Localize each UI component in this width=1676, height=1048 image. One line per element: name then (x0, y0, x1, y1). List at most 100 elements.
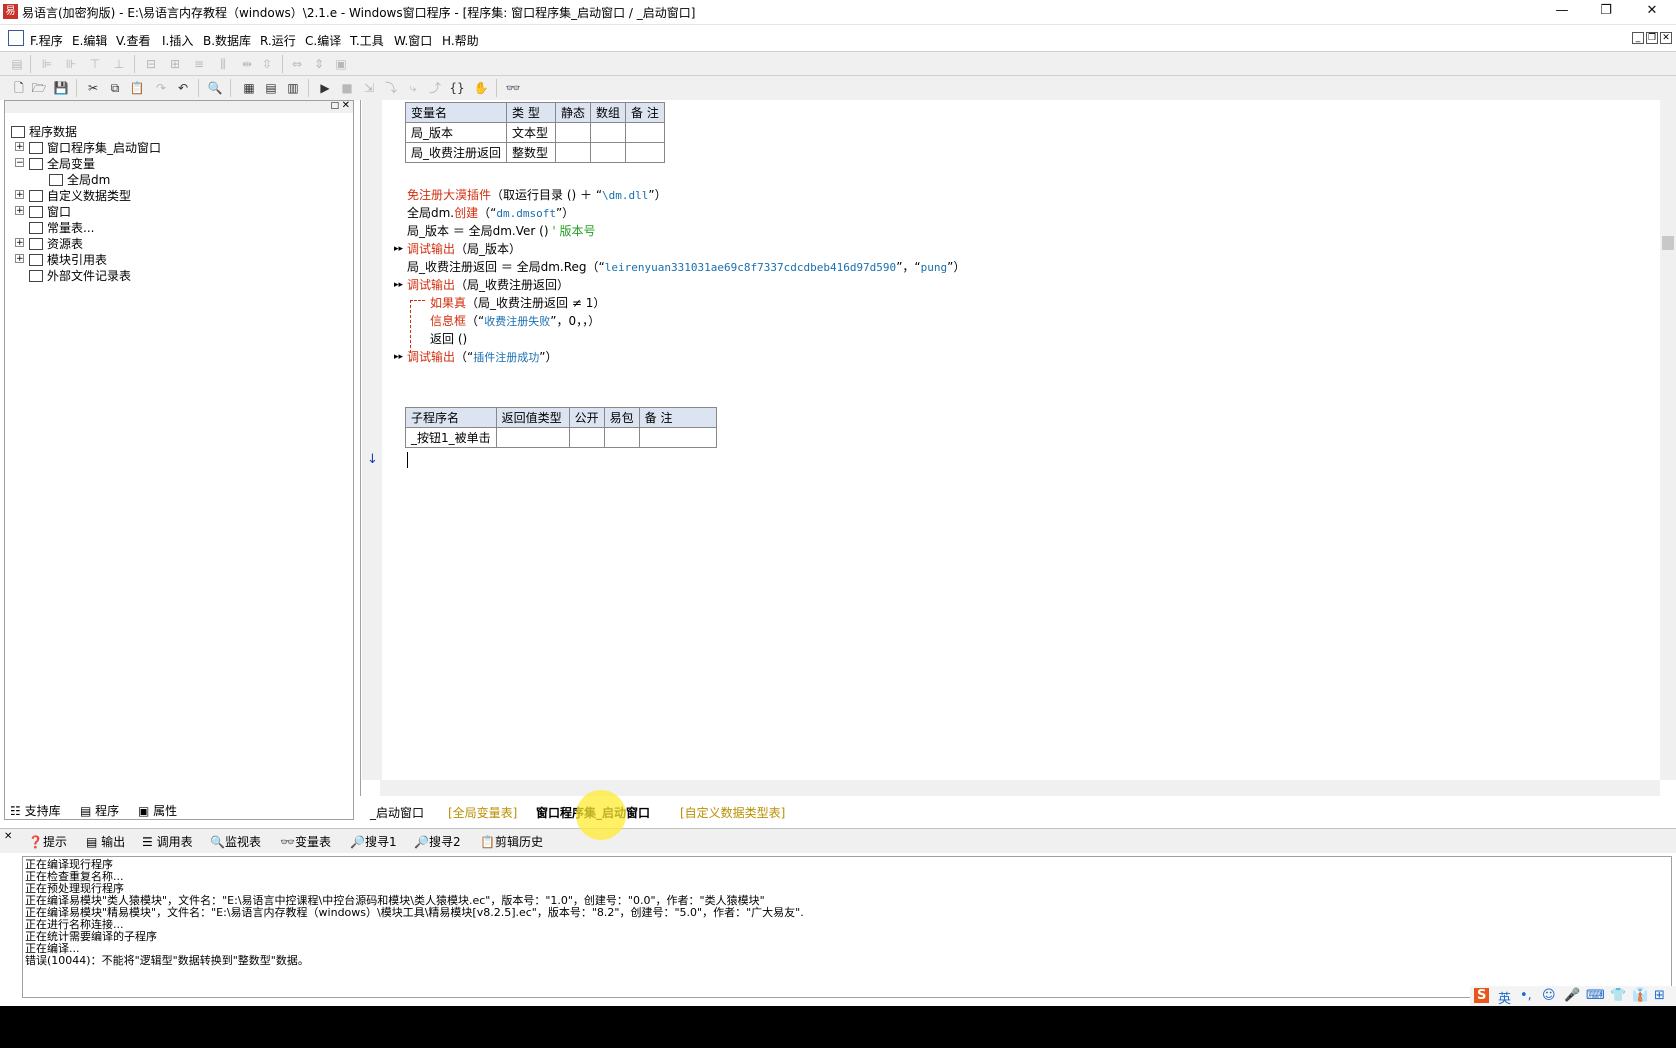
editor-horizontal-scrollbar[interactable] (380, 780, 1660, 796)
grid-icon[interactable]: ⊞ (1654, 988, 1665, 1003)
table-cell[interactable]: 局_版本 (404, 122, 508, 143)
tab-properties[interactable]: ▣ 属性 (138, 802, 177, 820)
layout-1-icon[interactable]: ▦ (240, 79, 258, 97)
toolbox-icon[interactable]: 👔 (1632, 988, 1648, 1003)
mdi-minimize-button[interactable]: _ (1632, 32, 1644, 44)
tree-item-global-dm[interactable]: 全局dm (49, 171, 110, 188)
mdi-close-button[interactable]: ✕ (1660, 32, 1672, 44)
cut-icon[interactable]: ✂ (84, 79, 102, 97)
step-icon[interactable]: ⇲ (360, 79, 378, 97)
menu-help[interactable]: H.帮助 (442, 32, 479, 49)
find-icon[interactable]: 🔍 (206, 79, 224, 97)
table-cell[interactable]: _按钮1_被单击 (405, 427, 497, 448)
code-line[interactable]: 免注册大漠插件（取运行目录 () ＋ “\dm.dll”） (407, 186, 667, 203)
tree-item-class[interactable]: 窗口程序集_启动窗口 (29, 139, 161, 156)
center-h-icon[interactable]: ⊟ (142, 55, 160, 73)
menu-window[interactable]: W.窗口 (394, 32, 432, 49)
menu-compile[interactable]: C.编译 (305, 32, 341, 49)
distribute-v-icon[interactable]: ⇳ (258, 55, 276, 73)
punctuation-icon[interactable]: •, (1520, 988, 1532, 1003)
copy-icon[interactable]: ⧉ (106, 79, 124, 97)
tab-variables[interactable]: 👓变量表 (280, 833, 331, 850)
tree-item-external-files[interactable]: 外部文件记录表 (29, 267, 131, 284)
new-file-icon[interactable]: 🗋 (10, 79, 28, 97)
tree-expander[interactable]: − (15, 158, 24, 168)
paste-icon[interactable]: 📋 (128, 79, 146, 97)
align-icon[interactable]: ▤ (8, 55, 26, 73)
redo-icon[interactable]: ↷ (152, 79, 170, 97)
minimize-button[interactable]: — (1540, 0, 1584, 24)
menu-tools[interactable]: T.工具 (350, 32, 384, 49)
tree-item-modules[interactable]: 模块引用表 (29, 251, 107, 268)
step-over-icon[interactable]: ⤷ (404, 79, 422, 97)
sogou-logo-icon[interactable]: S (1474, 988, 1490, 1003)
distribute-icon[interactable]: ⇹ (238, 55, 256, 73)
keyboard-icon[interactable]: ⌨ (1586, 988, 1605, 1003)
tab-output[interactable]: ▤ 输出 (86, 833, 125, 850)
code-line[interactable]: 局_收费注册返回 ＝ 全局dm.Reg（“leirenyuan331031ae6… (407, 258, 965, 275)
save-icon[interactable]: 💾 (52, 79, 70, 97)
scroll-thumb[interactable] (1662, 236, 1674, 250)
run-icon[interactable]: ▶ (316, 79, 334, 97)
same-width-icon[interactable]: ⇔ (288, 55, 306, 73)
code-line[interactable]: 全局dm.创建（“dm.dmsoft”） (407, 204, 574, 221)
tree-expander[interactable]: + (15, 142, 24, 152)
table-cell[interactable] (590, 142, 627, 163)
layout-2-icon[interactable]: ▤ (262, 79, 280, 97)
undo-icon[interactable]: ↶ (174, 79, 192, 97)
binoculars-icon[interactable]: 👓 (504, 79, 522, 97)
tab-support-library[interactable]: ☷ 支持库 (10, 802, 61, 820)
table-cell[interactable] (495, 427, 570, 448)
panel-pin-icon[interactable]: □ (330, 101, 339, 111)
close-button[interactable]: ✕ (1630, 0, 1674, 24)
tab-call-stack[interactable]: ☰ 调用表 (142, 833, 193, 850)
menu-edit[interactable]: E.编辑 (72, 32, 107, 49)
tree-item-constants[interactable]: 常量表... (29, 219, 94, 236)
emoji-icon[interactable]: ☺ (1542, 988, 1556, 1003)
table-cell[interactable] (603, 427, 640, 448)
menu-insert[interactable]: I.插入 (162, 32, 193, 49)
hand-icon[interactable]: ✋ (472, 79, 490, 97)
code-line[interactable]: 如果真（局_收费注册返回 ≠ 1） (430, 294, 605, 311)
skin-icon[interactable]: 👕 (1610, 988, 1626, 1003)
tree-item-globals[interactable]: 全局变量 (29, 155, 95, 172)
tab-search2[interactable]: 🔎搜寻2 (414, 833, 461, 850)
space-v-icon[interactable]: ⫼ (214, 55, 232, 73)
same-height-icon[interactable]: ⇕ (310, 55, 328, 73)
output-close-icon[interactable]: ✕ (4, 831, 12, 842)
ime-lang-button[interactable]: 英 (1498, 988, 1511, 1007)
mdi-restore-button[interactable]: ❐ (1646, 32, 1658, 44)
table-cell[interactable] (625, 142, 665, 163)
open-folder-icon[interactable]: 🗁 (30, 79, 48, 97)
tree-expander[interactable]: + (15, 254, 24, 264)
code-line[interactable]: 调试输出（局_版本） (407, 240, 521, 257)
table-cell[interactable]: 整数型 (506, 142, 557, 163)
tab-clipboard-history[interactable]: 📋剪辑历史 (480, 833, 543, 850)
table-cell[interactable] (555, 122, 592, 143)
table-cell[interactable] (590, 122, 627, 143)
editor-vertical-scrollbar[interactable] (1660, 100, 1676, 780)
align-right-icon[interactable]: ⊪ (62, 55, 80, 73)
step-out-icon[interactable]: ⤴ (426, 79, 444, 97)
menu-program[interactable]: F.程序 (30, 32, 63, 49)
table-cell[interactable]: 局_收费注册返回 (404, 142, 508, 163)
step-into-icon[interactable]: ⤵ (382, 79, 400, 97)
microphone-icon[interactable]: 🎤 (1564, 988, 1580, 1003)
tree-root[interactable]: 程序数据 (11, 123, 77, 140)
space-h-icon[interactable]: ≡ (190, 55, 208, 73)
tree-expander[interactable]: + (15, 190, 24, 200)
align-bottom-icon[interactable]: ⊥ (110, 55, 128, 73)
output-console[interactable]: 正在编译现行程序 正在检查重复名称... 正在预处理现行程序 正在编译易模块"类… (22, 856, 1672, 998)
tab-hint[interactable]: ❓提示 (28, 833, 67, 850)
code-line[interactable]: 局_版本 ＝ 全局dm.Ver () ' 版本号 (407, 222, 595, 239)
align-top-icon[interactable]: ⊤ (86, 55, 104, 73)
center-v-icon[interactable]: ⊞ (166, 55, 184, 73)
braces-icon[interactable]: {} (448, 79, 466, 97)
tab-custom-types[interactable]: [自定义数据类型表] (680, 804, 785, 822)
restore-button[interactable]: ❐ (1584, 0, 1628, 24)
code-line[interactable]: 调试输出（“插件注册成功”） (407, 348, 557, 365)
table-cell[interactable] (568, 427, 605, 448)
code-line[interactable]: 返回 () (430, 330, 467, 347)
tree-item-resources[interactable]: 资源表 (29, 235, 83, 252)
table-cell[interactable]: 文本型 (506, 122, 557, 143)
